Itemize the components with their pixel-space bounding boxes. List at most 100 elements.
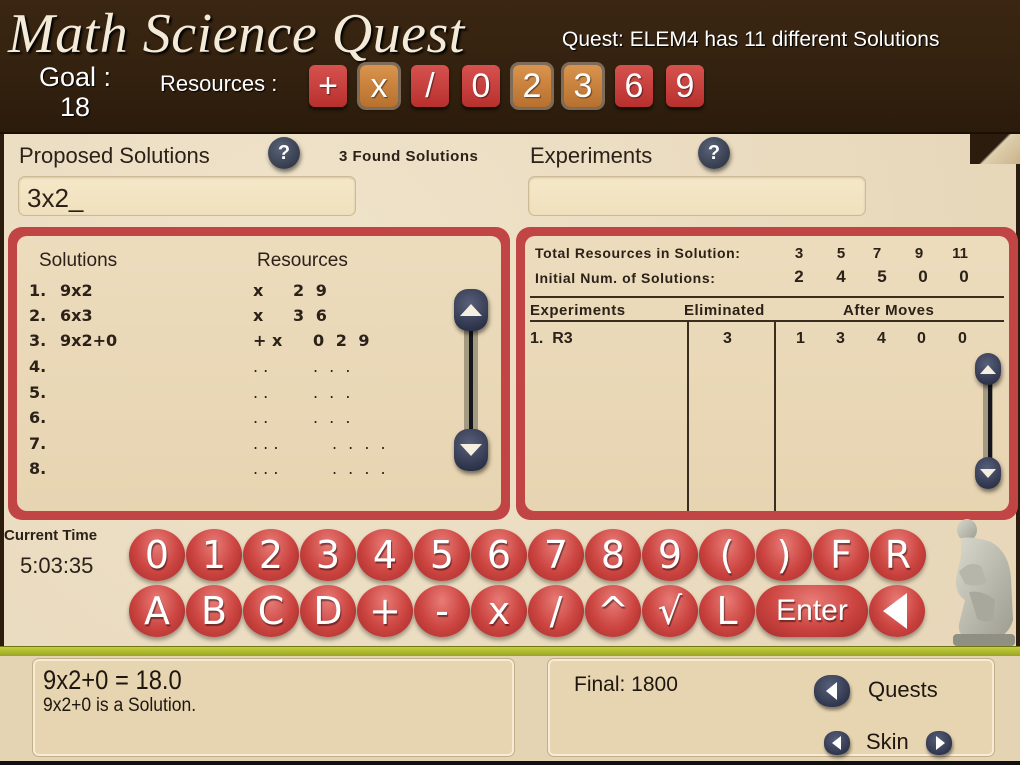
- evaluation-result: 9x2+0 = 18.0: [43, 665, 182, 695]
- key-r[interactable]: R: [870, 529, 926, 581]
- key-0[interactable]: 0: [129, 529, 185, 581]
- key-c[interactable]: C: [243, 585, 299, 637]
- solution-digits: 2 9: [293, 281, 330, 300]
- app-title: Math Science Quest: [8, 3, 465, 65]
- after-moves-column-header: After Moves: [843, 302, 935, 319]
- solution-row: 3. 9x2+0 + x 0 2 9: [17, 331, 501, 356]
- solution-operators: . .: [253, 408, 269, 427]
- total-resources-label: Total Resources in Solution:: [535, 245, 741, 261]
- key-close-paren[interactable]: ): [756, 529, 812, 581]
- row-number: 3.: [29, 331, 47, 350]
- solution-expression: 9x2: [60, 281, 93, 300]
- solution-row: 4. . . . . .: [17, 357, 501, 382]
- key-l[interactable]: L: [699, 585, 755, 637]
- initial-solutions-value: 4: [836, 267, 846, 286]
- skin-prev-button[interactable]: [824, 731, 850, 755]
- solution-operators: + x: [253, 331, 283, 350]
- scroll-down-button[interactable]: [975, 457, 1001, 489]
- message-panel: 9x2+0 = 18.0 9x2+0 is a Solution.: [33, 659, 514, 756]
- scroll-down-button[interactable]: [454, 429, 488, 471]
- quest-description: Quest: ELEM4 has 11 different Solutions: [562, 28, 940, 51]
- solution-expression: 6x3: [60, 306, 93, 325]
- experiments-scrollbar[interactable]: [975, 353, 1001, 489]
- key-multiply[interactable]: x: [471, 585, 527, 637]
- solution-row: 2. 6x3 x 3 6: [17, 306, 501, 331]
- key-3[interactable]: 3: [300, 529, 356, 581]
- experiments-help-button[interactable]: ?: [698, 137, 730, 169]
- key-f[interactable]: F: [813, 529, 869, 581]
- initial-solutions-label: Initial Num. of Solutions:: [535, 270, 716, 286]
- experiment-name: 1. R3: [530, 330, 573, 347]
- page-curl-decoration: [970, 134, 1020, 164]
- solution-digits: . . .: [313, 408, 354, 427]
- eliminated-column-header: Eliminated: [684, 302, 765, 319]
- after-moves-value: 0: [958, 330, 967, 347]
- resource-tile: 3: [564, 65, 602, 107]
- enter-button[interactable]: Enter: [756, 585, 868, 637]
- final-score: Final: 1800: [574, 673, 678, 696]
- initial-solutions-value: 0: [959, 267, 969, 286]
- solution-operators: . .: [253, 383, 269, 402]
- row-number: 5.: [29, 383, 47, 402]
- key-d[interactable]: D: [300, 585, 356, 637]
- resource-tiles: + x / 0 2 3 6 9: [309, 65, 704, 107]
- key-8[interactable]: 8: [585, 529, 641, 581]
- quests-label[interactable]: Quests: [868, 677, 938, 703]
- experiment-input[interactable]: [528, 176, 866, 216]
- key-plus[interactable]: +: [357, 585, 413, 637]
- key-5[interactable]: 5: [414, 529, 470, 581]
- resource-tile: x: [360, 65, 398, 107]
- row-number: 2.: [29, 306, 47, 325]
- proposed-solution-input[interactable]: 3x2_: [18, 176, 356, 216]
- after-moves-value: 0: [917, 330, 926, 347]
- key-power[interactable]: ^: [585, 585, 641, 637]
- keypad-row-digits: 0 1 2 3 4 5 6 7 8 9 ( ) F R: [129, 529, 926, 581]
- skin-next-button[interactable]: [926, 731, 952, 755]
- key-9[interactable]: 9: [642, 529, 698, 581]
- total-resources-value: 9: [914, 245, 924, 262]
- scroll-up-button[interactable]: [454, 289, 488, 331]
- key-2[interactable]: 2: [243, 529, 299, 581]
- key-6[interactable]: 6: [471, 529, 527, 581]
- arrow-down-icon: [460, 444, 482, 456]
- solutions-column-header: Solutions: [39, 250, 118, 271]
- key-open-paren[interactable]: (: [699, 529, 755, 581]
- backspace-arrow-icon: [883, 593, 907, 629]
- key-divide[interactable]: /: [528, 585, 584, 637]
- goal-value: 18: [59, 92, 91, 122]
- total-resources-value: 5: [836, 245, 846, 262]
- solutions-panel: Solutions Resources 1. 9x2 x 2 9 2. 6x3 …: [8, 227, 510, 520]
- column-divider: [774, 321, 776, 511]
- solution-digits: . . . .: [332, 434, 389, 453]
- scroll-track[interactable]: [983, 371, 993, 471]
- solution-expression: 9x2+0: [60, 331, 118, 350]
- current-time-value: 5:03:35: [20, 553, 94, 578]
- row-number: 1.: [29, 281, 47, 300]
- after-moves-value: 3: [836, 330, 845, 347]
- quests-button[interactable]: [814, 675, 850, 707]
- total-resources-value: 7: [872, 245, 882, 262]
- key-a[interactable]: A: [129, 585, 185, 637]
- proposed-help-button[interactable]: ?: [268, 137, 300, 169]
- arrow-up-icon: [460, 304, 482, 316]
- key-7[interactable]: 7: [528, 529, 584, 581]
- row-number: 4.: [29, 357, 47, 376]
- solution-operators: . . .: [253, 459, 279, 478]
- key-sqrt[interactable]: √: [642, 585, 698, 637]
- solutions-scrollbar[interactable]: [454, 289, 488, 471]
- key-4[interactable]: 4: [357, 529, 413, 581]
- evaluation-message: 9x2+0 is a Solution.: [43, 695, 197, 716]
- scroll-up-button[interactable]: [975, 353, 1001, 385]
- solution-digits: 3 6: [293, 306, 330, 325]
- column-divider: [687, 321, 689, 511]
- key-b[interactable]: B: [186, 585, 242, 637]
- goal-display: Goal : 18: [20, 62, 130, 122]
- row-number: 8.: [29, 459, 47, 478]
- key-1[interactable]: 1: [186, 529, 242, 581]
- resource-tile: 0: [462, 65, 500, 107]
- resource-tile: 6: [615, 65, 653, 107]
- goal-label: Goal :: [38, 62, 112, 92]
- key-minus[interactable]: -: [414, 585, 470, 637]
- backspace-button[interactable]: [869, 585, 925, 637]
- keypad-row-operators: A B C D + - x / ^ √ L Enter: [129, 585, 925, 637]
